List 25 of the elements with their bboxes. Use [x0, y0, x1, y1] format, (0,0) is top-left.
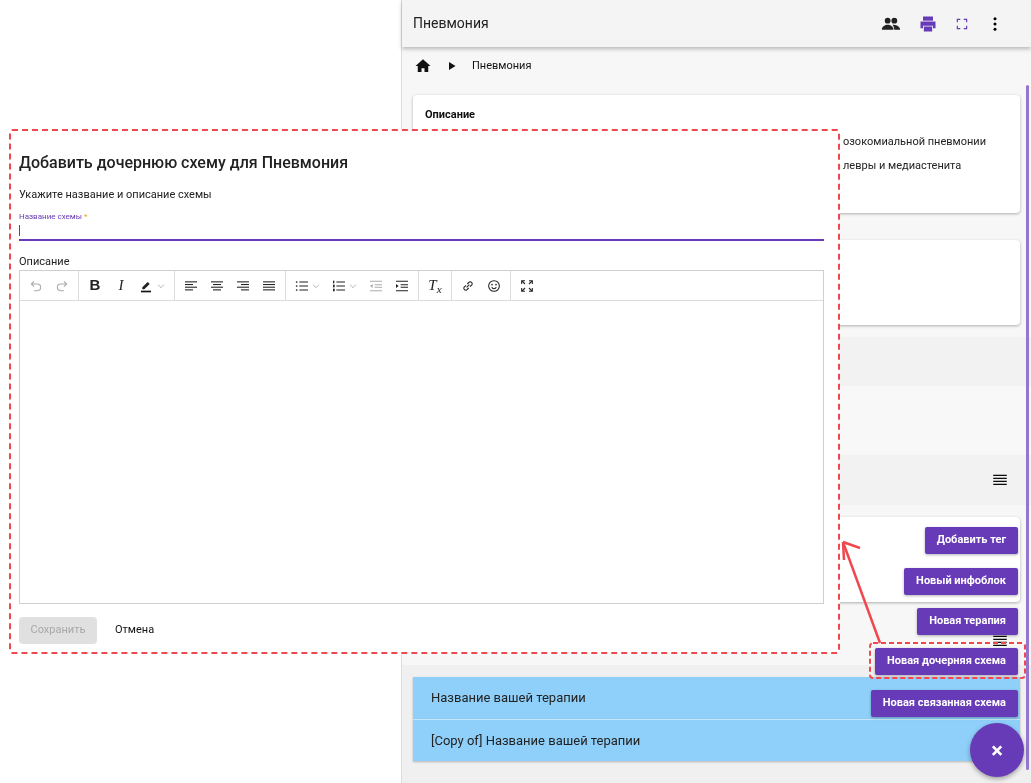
- description-text: озокомиальной пневмонии: [842, 133, 988, 150]
- play-icon: [446, 60, 458, 72]
- action-menu[interactable]: Новая дочерняя схема: [875, 648, 1018, 675]
- fullscreen-icon[interactable]: [955, 16, 969, 31]
- emoji-icon: [486, 277, 502, 294]
- action-menu[interactable]: Новая связанная схема: [870, 690, 1018, 717]
- page-title: Пневмония: [413, 14, 490, 33]
- action-menu[interactable]: Новая терапия: [917, 608, 1018, 635]
- italic-button[interactable]: I: [111, 274, 131, 297]
- breadcrumb-link[interactable]: Пневмония: [472, 57, 532, 75]
- description-text: левры и медиастенита: [842, 158, 963, 174]
- scrollbar[interactable]: [1026, 85, 1029, 770]
- name-input-field[interactable]: Название схемы *: [19, 210, 824, 241]
- clear-format-button[interactable]: T$_{x}$: [425, 274, 445, 297]
- rich-text-editor[interactable]: B I T$_{x}$: [19, 270, 824, 604]
- fullscreen-icon: [519, 277, 535, 294]
- action-menu[interactable]: Новый инфоблок: [904, 568, 1018, 595]
- card-title: Описание: [425, 107, 477, 123]
- bold-button[interactable]: B: [85, 274, 105, 297]
- action-menu[interactable]: Добавить тег: [924, 527, 1018, 554]
- dialog-subtitle: Укажите название и описание схемы: [19, 187, 213, 203]
- home-icon[interactable]: [414, 57, 432, 75]
- field-label: Описание: [19, 253, 71, 270]
- dialog-title: Добавить дочернюю схему для Пневмония: [19, 152, 350, 174]
- cancel-button[interactable]: Отмена: [115, 617, 155, 644]
